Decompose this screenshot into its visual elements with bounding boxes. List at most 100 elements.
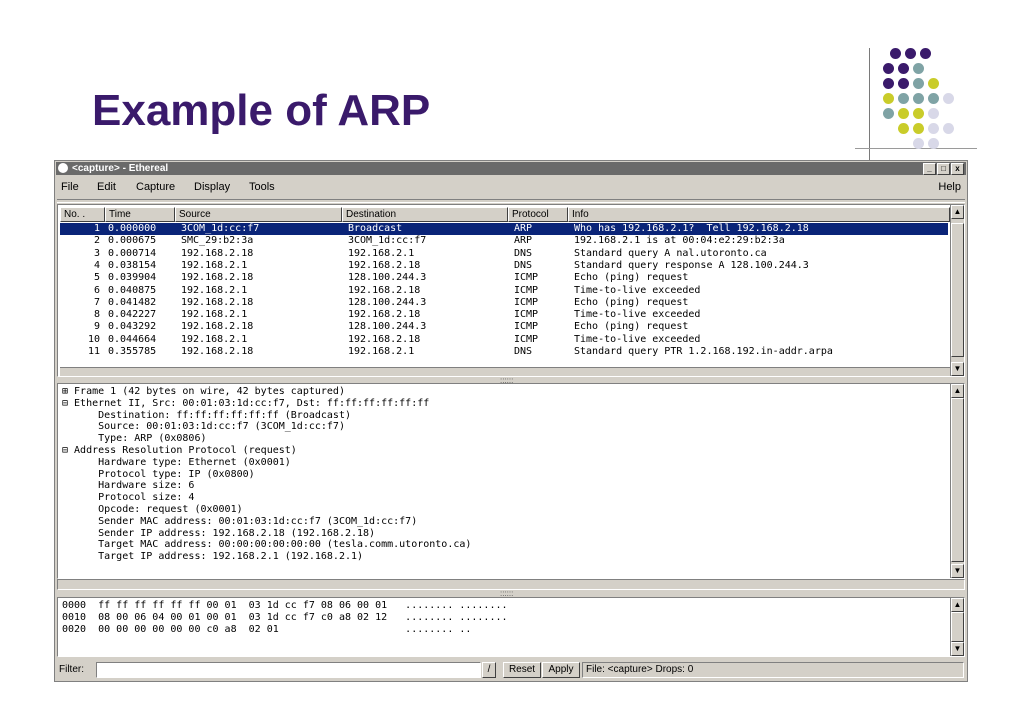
status-bar: Filter: / Reset Apply File: <capture> Dr… [57,661,965,679]
packet-destination: 192.168.2.18 [348,333,421,345]
menu-edit[interactable]: Edit [97,178,116,196]
packet-time: 0.000675 [108,235,157,247]
column-header-protocol[interactable]: Protocol [508,207,568,222]
packet-no: 3 [93,247,100,259]
packet-row[interactable]: 7 0.041482 192.168.2.18 128.100.244.3 ICMP Ec… [60,297,948,309]
packet-row[interactable]: 9 0.043292 192.168.2.18 128.100.244.3 ICMP Ec… [60,321,948,333]
slide-title: Example of ARP [92,86,431,135]
packet-row[interactable]: 3 0.000714 192.168.2.18 192.168.2.1 DNS Stand… [60,248,948,260]
scroll-up-arrow-icon[interactable]: ▲ [951,384,964,398]
decor-dot [912,138,924,149]
detail-tree-line[interactable]: Hardware size: 6 [62,480,471,492]
decor-dot [897,123,909,134]
packet-no: 7 [93,296,100,308]
scroll-up-arrow-icon[interactable]: ▲ [951,598,964,612]
detail-tree-line[interactable]: Source: 00:01:03:1d:cc:f7 (3COM_1d:cc:f7… [62,421,471,433]
packet-time: 0.041482 [108,296,157,308]
scroll-down-arrow-icon[interactable]: ▼ [951,642,964,656]
decor-dot [905,48,916,59]
menu-help[interactable]: Help [938,178,961,196]
scroll-up-arrow-icon[interactable]: ▲ [951,205,964,219]
scroll-down-arrow-icon[interactable]: ▼ [951,564,964,578]
maximize-button[interactable]: □ [937,163,950,175]
decor-dot [927,78,939,89]
packet-time: 0.042227 [108,309,157,321]
scroll-thumb[interactable] [951,398,964,562]
menu-capture[interactable]: Capture [136,178,175,196]
detail-tree-line[interactable]: Hardware type: Ethernet (0x0001) [62,457,471,469]
packet-no: 8 [93,309,100,321]
packet-no: 1 [93,223,100,234]
packet-time: 0.038154 [108,259,157,271]
packet-list-hscrollbar[interactable] [60,367,950,376]
detail-tree-line[interactable]: ⊟ Ethernet II, Src: 00:01:03:1d:cc:f7, D… [62,398,471,410]
detail-tree-line[interactable]: ⊟ Address Resolution Protocol (request) [62,445,471,457]
column-header-no[interactable]: No. . [60,207,105,222]
column-header-destination[interactable]: Destination [342,207,508,222]
menu-bar: File Edit Capture Display Tools Help [57,178,965,196]
hex-line: 0010 08 00 06 04 00 01 00 01 03 1d cc f7… [62,611,508,623]
reset-button[interactable]: Reset [503,662,541,678]
packet-row[interactable]: 10 0.044664 192.168.2.1 192.168.2.18 ICMP Tim… [60,334,948,346]
detail-tree-line[interactable]: Protocol size: 4 [62,492,471,504]
decor-dot [897,108,909,119]
close-button[interactable]: x [951,163,964,175]
window-titlebar[interactable]: <capture> - Ethereal _ □ x [56,162,966,175]
packet-info: Echo (ping) request [574,296,689,308]
column-header-time[interactable]: Time [105,207,175,222]
packet-protocol: ICMP [514,321,539,333]
decor-dot-grid [880,46,980,156]
packet-row[interactable]: 2 0.000675 SMC_29:b2:3a 3COM_1d:cc:f7 ARP 192… [60,235,948,247]
filter-label: Filter: [59,664,84,675]
hex-vscrollbar[interactable]: ▲ ▼ [950,598,964,656]
filter-dropdown-icon[interactable]: / [482,662,496,678]
packet-source: 3COM_1d:cc:f7 [181,223,260,234]
menu-tools[interactable]: Tools [249,178,275,196]
detail-tree-line[interactable]: Opcode: request (0x0001) [62,504,471,516]
packet-source: SMC_29:b2:3a [181,235,254,247]
packet-time: 0.040875 [108,284,157,296]
packet-row[interactable]: 4 0.038154 192.168.2.1 192.168.2.18 DNS Stand… [60,260,948,272]
packet-details-pane: ⊞ Frame 1 (42 bytes on wire, 42 bytes ca… [57,383,965,579]
menu-file[interactable]: File [61,178,79,196]
decor-dot [927,138,939,149]
detail-tree-line[interactable]: Type: ARP (0x0806) [62,433,471,445]
detail-tree-line[interactable]: ⊞ Frame 1 (42 bytes on wire, 42 bytes ca… [62,386,471,398]
packet-source: 192.168.2.18 [181,321,254,333]
packet-protocol: ICMP [514,333,539,345]
packet-row[interactable]: 11 0.355785 192.168.2.18 192.168.2.1 DNS Stan… [60,346,948,358]
details-vscrollbar[interactable]: ▲ ▼ [950,384,964,578]
hex-line: 0020 00 00 00 00 00 00 c0 a8 02 01 .....… [62,623,472,635]
packet-list-vscrollbar[interactable]: ▲ ▼ [950,205,964,376]
menu-display[interactable]: Display [194,178,230,196]
packet-protocol: DNS [514,346,533,357]
decor-dot [882,63,894,74]
packet-source: 192.168.2.18 [181,296,254,308]
detail-tree-line[interactable]: Sender MAC address: 00:01:03:1d:cc:f7 (3… [62,516,471,528]
packet-row[interactable]: 8 0.042227 192.168.2.1 192.168.2.18 ICMP Time… [60,309,948,321]
packet-row[interactable]: 1 0.000000 3COM_1d:cc:f7 Broadcast ARP Who ha… [60,223,948,235]
packet-no: 4 [93,259,100,271]
detail-tree-line[interactable]: Destination: ff:ff:ff:ff:ff:ff (Broadcas… [62,410,471,422]
column-header-source[interactable]: Source [175,207,342,222]
decor-dot [912,108,924,119]
decor-dot [942,123,954,134]
scroll-thumb[interactable] [951,223,964,357]
packet-info: Who has 192.168.2.1? Tell 192.168.2.18 [574,223,809,234]
packet-row[interactable]: 6 0.040875 192.168.2.1 192.168.2.18 ICMP Time… [60,285,948,297]
filter-input[interactable] [96,662,481,678]
detail-tree-line[interactable]: Protocol type: IP (0x0800) [62,469,471,481]
minimize-button[interactable]: _ [923,163,936,175]
packet-source: 192.168.2.1 [181,309,248,321]
scroll-down-arrow-icon[interactable]: ▼ [951,362,964,376]
column-header-info[interactable]: Info [568,207,950,222]
ethereal-window: <capture> - Ethereal _ □ x File Edit Captu… [54,160,968,682]
packet-source: 192.168.2.1 [181,259,248,271]
packet-row[interactable]: 5 0.039904 192.168.2.18 128.100.244.3 ICMP Ec… [60,272,948,284]
window-title: <capture> - Ethereal [72,163,169,174]
apply-button[interactable]: Apply [542,662,580,678]
scroll-thumb[interactable] [951,612,964,642]
detail-tree-line[interactable]: Target IP address: 192.168.2.1 (192.168.… [62,551,471,563]
detail-tree-line[interactable]: Target MAC address: 00:00:00:00:00:00 (t… [62,539,471,551]
detail-tree-line[interactable]: Sender IP address: 192.168.2.18 (192.168… [62,528,471,540]
